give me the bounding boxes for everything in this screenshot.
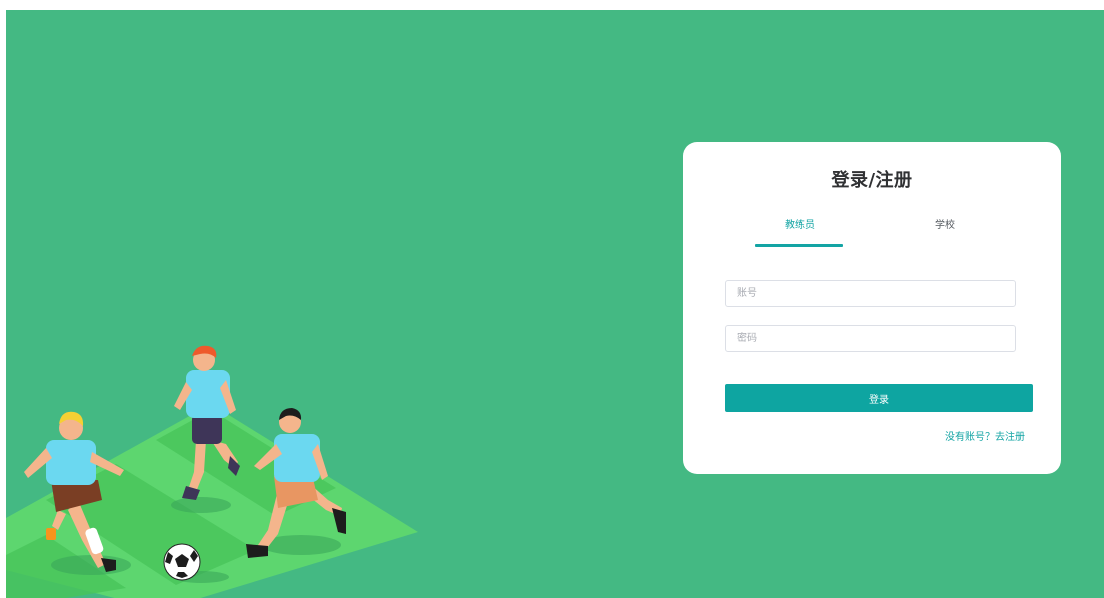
tab-school[interactable]: 学校 (885, 216, 1005, 231)
soccer-players-illustration (6, 345, 418, 598)
login-card: 登录/注册 教练员 学校 登录 没有账号？去注册 (683, 142, 1061, 474)
account-field (725, 280, 1016, 307)
active-tab-indicator (755, 244, 843, 247)
password-input[interactable] (726, 326, 1015, 351)
player-shadow (51, 555, 131, 575)
soccer-ball-icon (163, 543, 201, 581)
password-field (725, 325, 1016, 352)
login-button[interactable]: 登录 (725, 384, 1033, 412)
register-link[interactable]: 没有账号？去注册 (945, 428, 1025, 443)
player-shadow (171, 497, 231, 513)
login-title: 登录/注册 (831, 170, 913, 191)
account-input[interactable] (726, 281, 1015, 306)
page-background: 登录/注册 教练员 学校 登录 没有账号？去注册 (6, 10, 1104, 598)
tab-coach[interactable]: 教练员 (740, 216, 860, 231)
